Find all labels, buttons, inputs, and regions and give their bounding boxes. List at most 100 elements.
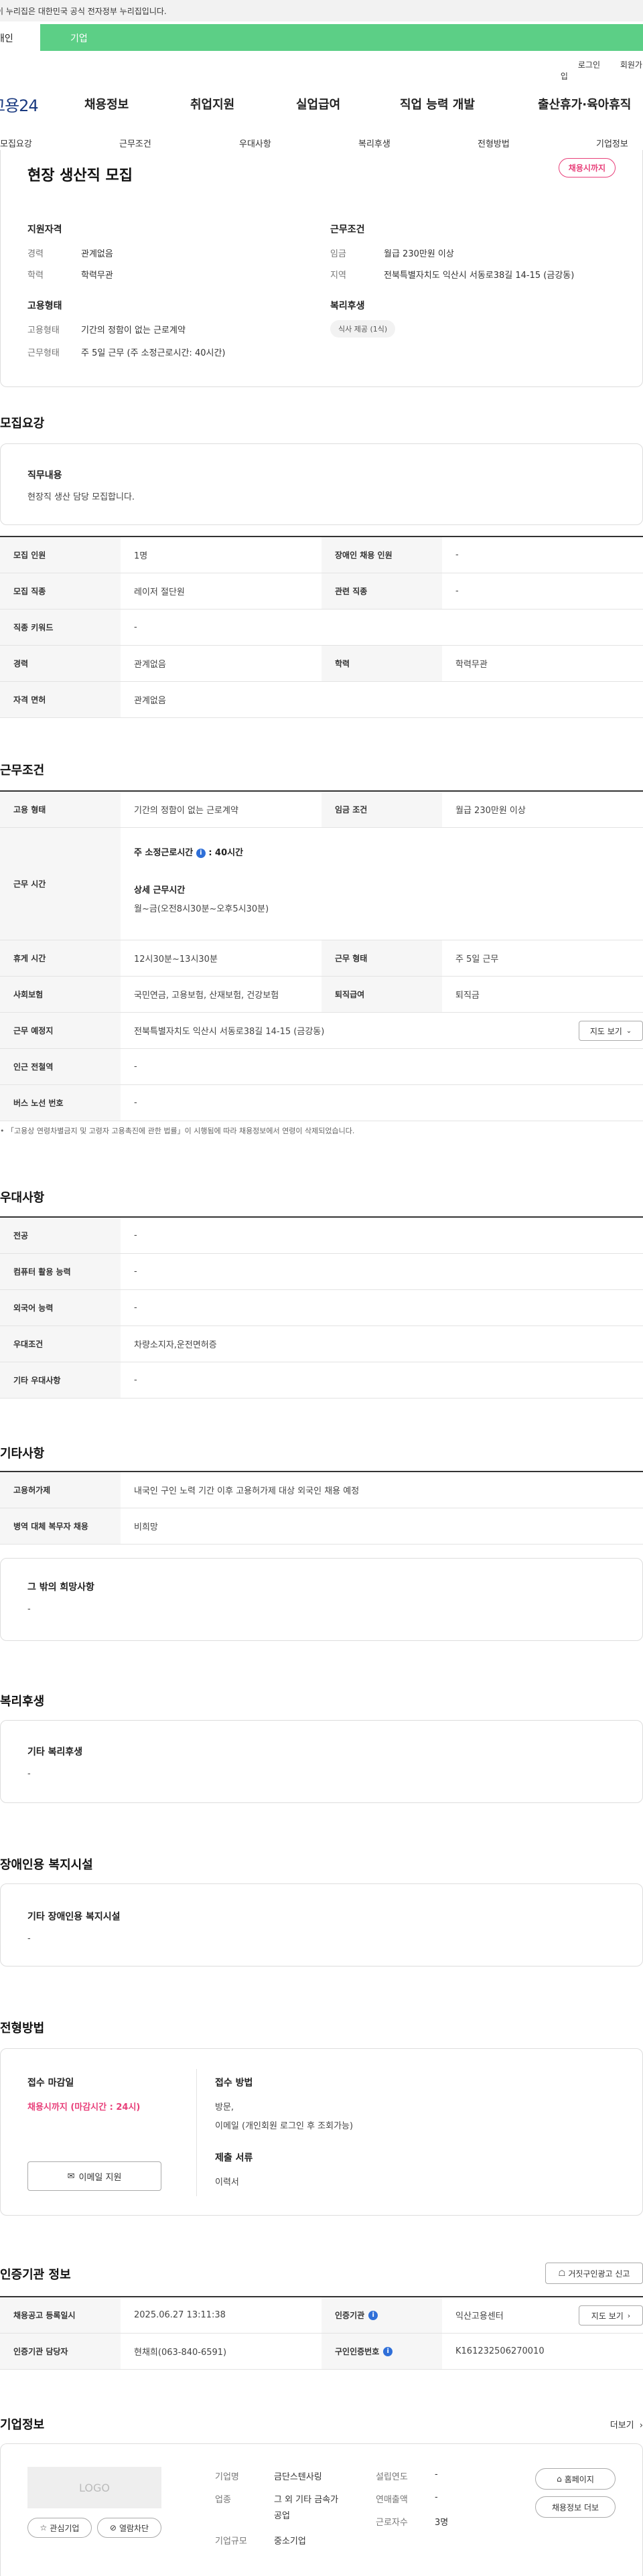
work-form-value: 주 5일 근무 (주 소정근로시간: 40시간) <box>81 348 226 358</box>
employment-type-value: 기간의 정함이 없는 근로계약 <box>81 326 186 336</box>
established-value: - <box>435 2470 438 2480</box>
job-title: 현장 생산직 모집 <box>27 167 133 184</box>
gnb-employment-support[interactable]: 취업지원 <box>190 95 234 113</box>
global-nav: 고용24 채용정보 취업지원 실업급여 직업 능력 개발 출산휴가·육아휴직 <box>0 92 643 117</box>
weekly-hours: 주 소정근로시간 i : 40시간 <box>134 845 243 858</box>
tab-selection[interactable]: 전형방법 <box>478 137 510 149</box>
etc-table: 고용허가제 내국인 구인 노력 기간 이후 고용허가제 대상 외국인 채용 예정… <box>0 1471 643 1545</box>
site-logo[interactable]: 고용24 <box>0 92 39 116</box>
disability-box-text: - <box>27 1934 31 1944</box>
table-row: 전공 - <box>0 1218 643 1254</box>
etc-wish-text: - <box>27 1604 31 1614</box>
interest-button[interactable]: ☆ 관심기업 <box>27 2518 92 2538</box>
weekly-hours-label: 주 소정근로시간 <box>134 848 194 858</box>
welfare-chip: 식사 제공 (1식) <box>330 320 396 338</box>
tab-conditions[interactable]: 근무조건 <box>119 137 151 149</box>
disability-box: 기타 장애인용 복지시설 - <box>0 1883 643 1966</box>
welfare-box-title: 기타 복리후생 <box>27 1747 83 1758</box>
join-link[interactable]: 회원가입 <box>561 60 642 81</box>
company-jobs-button[interactable]: 채용정보 더보 <box>535 2496 616 2518</box>
row-key: 버스 노선 번호 <box>0 1085 121 1121</box>
chevron-down-icon: ⌄ <box>626 1027 632 1035</box>
report-button[interactable]: ☖ 거짓구인광고 신고 <box>545 2263 643 2284</box>
conditions-label: 근무조건 <box>330 224 365 235</box>
table-row: 근무 예정지 전북특별자치도 익산시 서동로38길 14-15 (금강동) 지도… <box>0 1013 643 1049</box>
email-apply-button[interactable]: ✉ 이메일 지원 <box>27 2161 161 2191</box>
cert-map-button[interactable]: 지도 보기 › <box>579 2305 643 2325</box>
selection-heading: 전형방법 <box>0 2021 45 2035</box>
preference-table: 전공 - 컴퓨터 활용 능력 - 외국어 능력 - 우대조건 차량소지자,운전면… <box>0 1216 643 1399</box>
row-key: 근무 시간 <box>0 828 121 940</box>
report-button-label: 거짓구인광고 신고 <box>568 2269 630 2279</box>
conditions-heading: 근무조건 <box>0 764 45 778</box>
row-key: 전공 <box>0 1218 121 1253</box>
sector-personal-tab[interactable]: 개인 <box>0 24 40 51</box>
age-notice-text: 「고용상 연령차별금지 및 고령자 고용촉진에 관한 법률」이 시행됨에 따라 … <box>7 1127 355 1135</box>
login-link[interactable]: 로그인 <box>578 60 600 70</box>
org-key-label: 인증기관 <box>335 2311 365 2320</box>
gnb-vocational-training[interactable]: 직업 능력 개발 <box>400 95 475 113</box>
info-icon[interactable]: i <box>383 2346 393 2356</box>
wage-value: 월급 230만원 이상 <box>384 249 454 259</box>
map-button-label: 지도 보기 <box>589 1026 622 1036</box>
tab-company[interactable]: 기업정보 <box>596 137 628 149</box>
cert-table: 채용공고 등록일시 2025.06.27 13:11:38 인증기관 i 익산고… <box>0 2296 643 2370</box>
sales-value: - <box>435 2492 438 2502</box>
row-value: 월급 230만원 이상 <box>455 806 526 816</box>
disability-heading: 장애인용 복지시설 <box>0 1858 93 1872</box>
company-size-key: 기업규모 <box>215 2536 247 2547</box>
etc-wish-box: 그 밖의 희망사항 - <box>0 1558 643 1641</box>
row-value: 2025.06.27 13:11:38 <box>134 2310 226 2320</box>
detail-hours-value: 월~금(오전8시30분~오후5시30분) <box>134 904 269 914</box>
table-row: 자격 면허 관계없음 <box>0 682 643 718</box>
tab-recruit[interactable]: 모집요강 <box>0 137 32 149</box>
home-icon: ⌂ <box>557 2474 562 2484</box>
company-more-link[interactable]: 더보기 › <box>610 2418 643 2431</box>
gnb-parental-leave[interactable]: 출산휴가·육아휴직 <box>538 95 631 113</box>
row-key: 임금 조건 <box>322 792 442 827</box>
detail-hours-label: 상세 근무시간 <box>134 885 186 896</box>
company-logo: LOGO <box>27 2467 161 2508</box>
row-value: - <box>134 1267 137 1277</box>
table-row: 외국어 능력 - <box>0 1290 643 1326</box>
region-value: 전북특별자치도 익산시 서동로38길 14-15 (금강동) <box>384 271 575 281</box>
row-key: 구인인증번호 i <box>322 2334 442 2369</box>
tab-welfare[interactable]: 복리후생 <box>358 137 390 149</box>
weekly-hours-value: : 40시간 <box>208 848 244 858</box>
company-jobs-label: 채용정보 더보 <box>551 2502 599 2512</box>
table-row: 경력 관계없음 학력 학력무관 <box>0 646 643 682</box>
sector-personal-label: 개인 <box>0 33 13 44</box>
block-button[interactable]: ⊘ 열람차단 <box>97 2518 161 2538</box>
row-value: - <box>134 1303 137 1313</box>
table-row: 인증기관 담당자 현채희(063-840-6591) 구인인증번호 i K161… <box>0 2334 643 2370</box>
row-value: 현채희(063-840-6591) <box>134 2348 227 2358</box>
homepage-button[interactable]: ⌂ 홈페이지 <box>535 2468 616 2490</box>
table-row: 근무 시간 주 소정근로시간 i : 40시간 상세 근무시간 월~금(오전8시… <box>0 828 643 940</box>
tab-preference[interactable]: 우대사항 <box>239 137 271 149</box>
company-more-label: 더보기 <box>610 2421 634 2431</box>
table-row: 모집 직종 레이저 절단원 관련 직종 - <box>0 573 643 610</box>
row-key: 인증기관 i <box>322 2297 442 2333</box>
selection-box: 접수 마감일 채용시까지 (마감시간 : 24시) ✉ 이메일 지원 접수 방법… <box>0 2048 643 2216</box>
row-value: 차량소지자,운전면허증 <box>134 1340 217 1350</box>
recruit-table: 모집 인원 1명 장애인 채용 인원 - 모집 직종 레이저 절단원 관련 직종… <box>0 536 643 718</box>
row-key: 직종 키워드 <box>0 610 121 645</box>
gnb-unemployment-benefit[interactable]: 실업급여 <box>296 95 340 113</box>
table-row: 인근 전철역 - <box>0 1049 643 1085</box>
preference-heading: 우대사항 <box>0 1191 45 1205</box>
industry-key: 업종 <box>215 2495 231 2505</box>
block-icon: ⊘ <box>109 2523 117 2532</box>
row-value: - <box>134 1230 137 1240</box>
docs-title: 제출 서류 <box>215 2153 253 2163</box>
disability-box-title: 기타 장애인용 복지시설 <box>27 1912 121 1922</box>
info-icon[interactable]: i <box>196 848 206 858</box>
map-button[interactable]: 지도 보기 ⌄ <box>579 1021 643 1041</box>
block-label: 열람차단 <box>119 2523 149 2533</box>
deadline-value: 채용시까지 (마감시간 : 24시) <box>27 2102 141 2113</box>
docs-value: 이력서 <box>215 2177 239 2188</box>
sector-company-tab[interactable]: 기업 <box>40 24 643 51</box>
info-icon[interactable]: i <box>368 2310 378 2320</box>
id-key-label: 구인인증번호 <box>335 2347 380 2356</box>
table-row: 컴퓨터 활용 능력 - <box>0 1254 643 1290</box>
gnb-jobs[interactable]: 채용정보 <box>84 95 129 113</box>
